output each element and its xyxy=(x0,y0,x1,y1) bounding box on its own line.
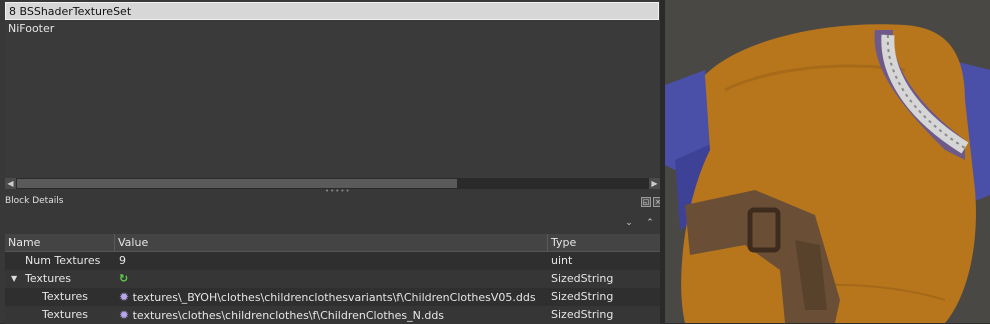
expand-arrow-icon[interactable]: ▼ xyxy=(11,270,17,288)
expand-all-icon[interactable]: ⌃ xyxy=(643,216,657,230)
row-type: uint xyxy=(551,254,573,267)
panel-splitter-handle[interactable]: ••••• xyxy=(325,188,350,195)
row-value[interactable]: ↻ xyxy=(119,270,539,288)
row-value[interactable]: ✹ textures\clothes\childrenclothes\f\Chi… xyxy=(119,306,547,324)
block-list-item-nifooter[interactable]: NiFooter xyxy=(5,20,659,38)
row-name: Textures xyxy=(25,272,71,285)
row-name: Textures xyxy=(42,308,88,321)
scrollbar-thumb[interactable] xyxy=(17,179,457,188)
row-name: Textures xyxy=(42,290,88,303)
left-panel: 8 BSShaderTextureSet NiFooter ◀ ▶ ••••• … xyxy=(0,0,665,324)
block-details-table: Name Value Type Num Textures 9 uint ▼ Te… xyxy=(5,234,660,324)
table-row[interactable]: Textures ✹ textures\clothes\childrenclot… xyxy=(5,306,660,324)
block-list-item-bsshadertextureset[interactable]: 8 BSShaderTextureSet xyxy=(5,2,659,20)
table-row[interactable]: Textures ✹ textures\_BYOH\clothes\childr… xyxy=(5,288,660,306)
shirt-render xyxy=(665,0,990,323)
scroll-right-arrow-icon[interactable]: ▶ xyxy=(649,178,660,189)
column-header-name[interactable]: Name xyxy=(5,234,115,251)
row-value[interactable]: ✹ textures\_BYOH\clothes\childrenclothes… xyxy=(119,288,547,306)
float-dock-icon[interactable]: ◱ xyxy=(641,197,651,207)
row-type: SizedString xyxy=(551,308,614,321)
row-type: SizedString xyxy=(551,272,614,285)
row-value[interactable]: 9 xyxy=(119,252,539,270)
row-value-text: textures\_BYOH\clothes\childrenclothesva… xyxy=(132,291,536,304)
refresh-icon: ↻ xyxy=(119,272,129,285)
table-row[interactable]: Num Textures 9 uint xyxy=(5,252,660,270)
table-row[interactable]: ▼ Textures ↻ SizedString xyxy=(5,270,660,288)
collapse-all-icon[interactable]: ⌄ xyxy=(622,216,636,230)
texture-gear-icon: ✹ xyxy=(119,290,130,304)
block-list: 8 BSShaderTextureSet NiFooter xyxy=(5,1,660,178)
3d-viewport[interactable] xyxy=(665,0,990,323)
row-type: SizedString xyxy=(551,290,614,303)
row-value-text: textures\clothes\childrenclothes\f\Child… xyxy=(132,309,445,322)
row-name: Num Textures xyxy=(25,254,101,267)
scroll-left-arrow-icon[interactable]: ◀ xyxy=(5,178,16,189)
texture-gear-icon: ✹ xyxy=(119,308,130,322)
column-header-value[interactable]: Value xyxy=(115,234,548,251)
block-details-title: Block Details xyxy=(5,196,64,206)
column-header-type[interactable]: Type xyxy=(548,234,660,251)
table-header: Name Value Type xyxy=(5,234,660,252)
